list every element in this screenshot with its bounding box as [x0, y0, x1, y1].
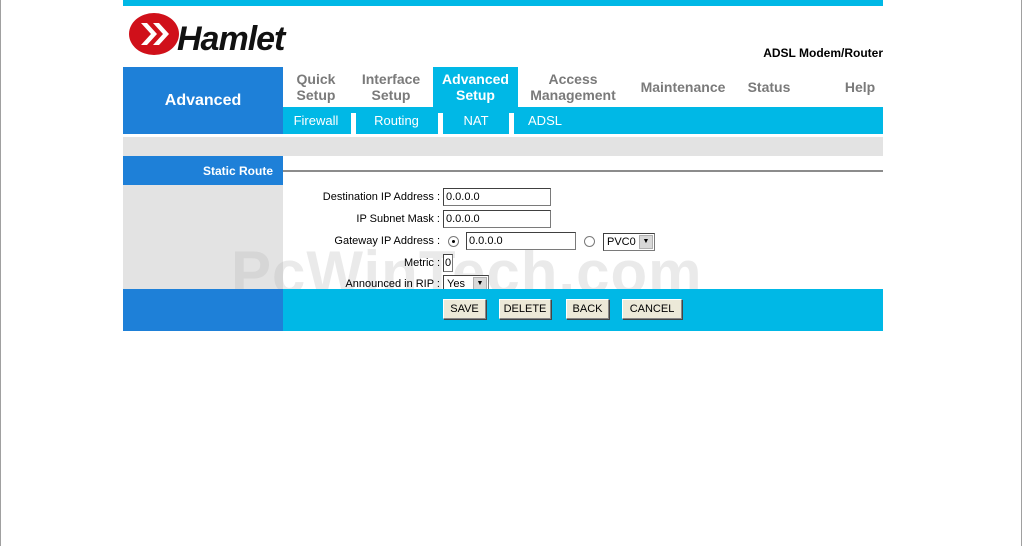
section-heading: Static Route — [202, 164, 273, 178]
dropdown-arrow-icon[interactable]: ▼ — [639, 235, 653, 249]
destination-ip-input[interactable] — [443, 188, 551, 206]
tab-interface-setup[interactable]: Interface Setup — [349, 67, 433, 107]
footer-button-area: SAVE DELETE BACK CANCEL — [283, 289, 883, 331]
radio-selected-dot — [452, 240, 455, 243]
subtab-firewall[interactable]: Firewall — [283, 107, 349, 134]
spacer-gray-bar — [123, 137, 883, 156]
window-border-left — [0, 0, 1, 546]
model-name: ADSL Modem/Router — [763, 46, 883, 60]
menu-tabs: Quick Setup Interface Setup Advanced Setup … — [283, 67, 883, 107]
save-button[interactable]: SAVE — [443, 299, 486, 319]
action-bar: SAVE DELETE BACK CANCEL — [123, 289, 883, 331]
destination-ip-label: Destination IP Address : — [322, 191, 440, 203]
footer-left-panel — [123, 289, 283, 331]
delete-button[interactable]: DELETE — [499, 299, 551, 319]
static-route-panel: Static Route PcWinTech.com Destination I… — [123, 156, 883, 306]
subnet-mask-input[interactable] — [443, 210, 551, 228]
subtab-nat[interactable]: NAT — [445, 107, 507, 134]
section-divider — [283, 170, 883, 172]
sub-navigation: Firewall Routing NAT ADSL — [283, 107, 883, 134]
tab-access-management[interactable]: Access Management — [518, 67, 628, 107]
spacer-row — [123, 134, 883, 156]
subnet-mask-label: IP Subnet Mask : — [356, 213, 440, 225]
gateway-pvc-radio[interactable] — [584, 236, 595, 247]
header: Hamlet ADSL Modem/Router — [123, 6, 883, 67]
tab-maintenance[interactable]: Maintenance — [628, 67, 738, 107]
section-title-panel: Advanced — [123, 67, 283, 134]
subtab-routing[interactable]: Routing — [358, 107, 435, 134]
hamlet-logo: Hamlet — [129, 13, 288, 57]
main-navigation: Advanced Quick Setup Interface Setup Advan… — [123, 67, 883, 134]
subtab-separator — [351, 113, 356, 134]
gateway-ip-input[interactable] — [466, 232, 576, 250]
gateway-ip-label: Gateway IP Address : — [334, 235, 440, 247]
router-page: Hamlet ADSL Modem/Router Advanced Quick S… — [123, 0, 883, 331]
metric-label: Metric : — [403, 257, 440, 269]
back-button[interactable]: BACK — [566, 299, 609, 319]
metric-input[interactable] — [443, 254, 453, 272]
gateway-ip-radio[interactable] — [448, 236, 459, 247]
tab-advanced-setup[interactable]: Advanced Setup — [433, 67, 518, 107]
tab-help[interactable]: Help — [823, 67, 897, 107]
pvc-select[interactable]: PVC0 ▼ — [603, 233, 655, 251]
tab-status[interactable]: Status — [738, 67, 800, 107]
subtab-separator — [509, 113, 514, 134]
subtab-separator — [438, 113, 443, 134]
section-title: Advanced — [164, 92, 242, 109]
tab-quick-setup[interactable]: Quick Setup — [283, 67, 349, 107]
sidebar-header: Static Route — [123, 156, 283, 185]
cancel-button[interactable]: CANCEL — [622, 299, 682, 319]
pvc-select-value: PVC0 — [607, 236, 636, 248]
subtab-adsl[interactable]: ADSL — [516, 107, 574, 134]
brand-logo-text: Hamlet — [177, 20, 287, 57]
